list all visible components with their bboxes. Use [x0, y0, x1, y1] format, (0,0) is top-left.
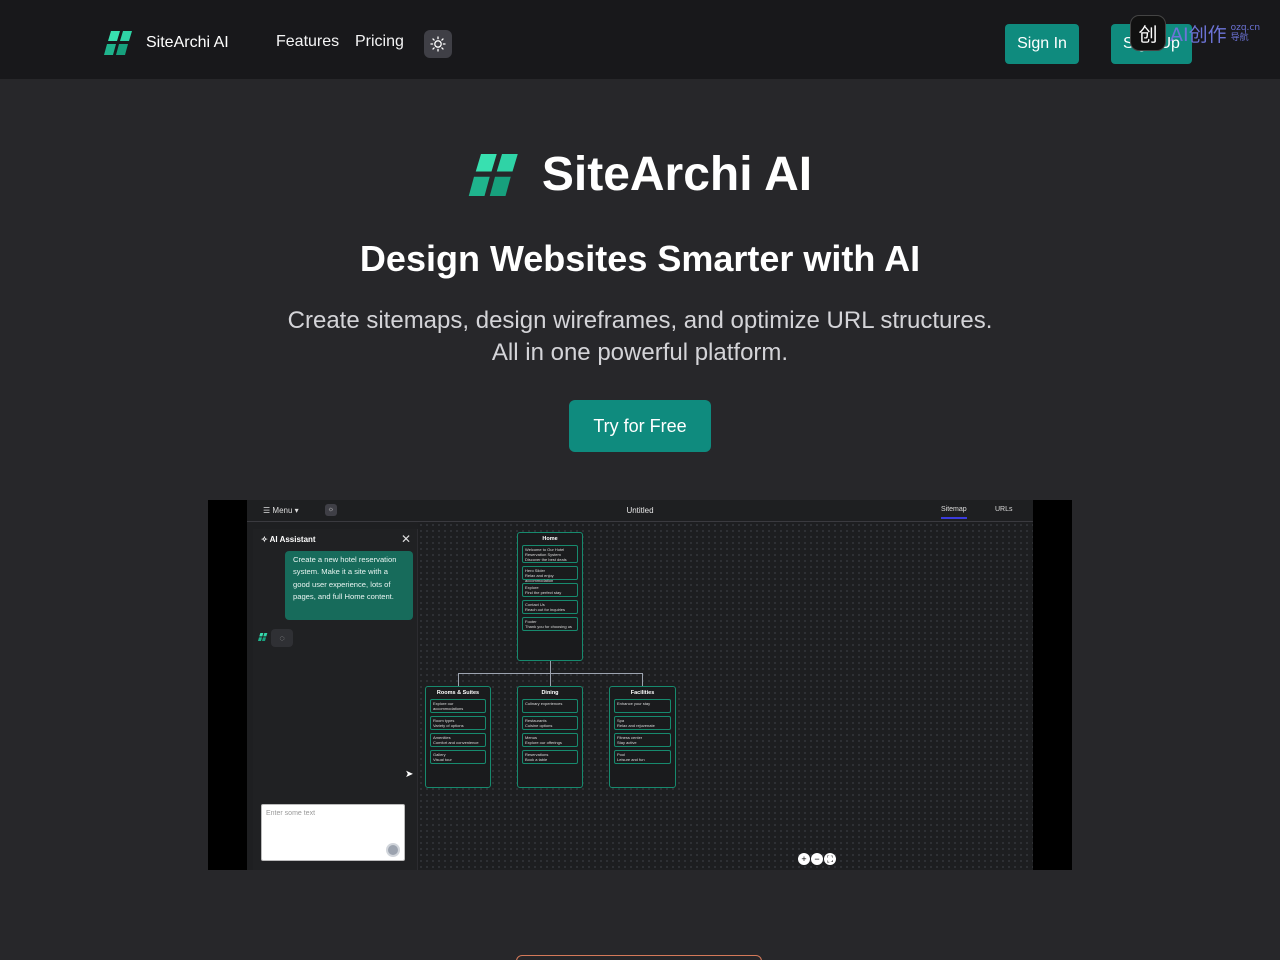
section-name: Explore our accommodations: [433, 701, 464, 711]
hero-desc-line-2: All in one powerful platform.: [491, 339, 789, 366]
node-section: Welcome to Our Hotel Reservation System …: [522, 545, 578, 563]
try-for-free-button[interactable]: Try for Free: [569, 400, 711, 452]
watermark-small-top: ozq.cn: [1230, 23, 1261, 33]
section-desc: Cuisine options: [525, 723, 553, 728]
watermark-small-bottom: 导航: [1230, 33, 1249, 43]
send-icon: [386, 843, 400, 857]
demo-tab-urls: URLs: [995, 506, 1013, 513]
fit-view-icon: ⛶: [824, 853, 836, 865]
demo-chat-input: Enter some text: [261, 804, 405, 861]
node-section: Enhance your stay: [614, 699, 671, 713]
demo-ai-panel-header: ✧ AI Assistant: [261, 535, 316, 544]
section-name: Culinary experiences: [525, 701, 563, 706]
watermark-text: AI创作: [1170, 23, 1227, 46]
demo-ai-panel-title: AI Assistant: [269, 535, 316, 544]
hero-description: Create sitemaps, design wireframes, and …: [0, 305, 1280, 369]
demo-node-home: Home Welcome to Our Hotel Reservation Sy…: [517, 532, 583, 661]
hero-title-row: SiteArchi AI: [0, 147, 1280, 202]
node-title: Home: [542, 536, 558, 542]
node-section: Contact Us Reach out for inquiries: [522, 600, 578, 614]
demo-node-dining: Dining Culinary experiences Restaurants C…: [517, 686, 583, 788]
sun-icon: [430, 36, 446, 52]
demo-input-placeholder: Enter some text: [266, 810, 316, 817]
demo-doc-title: Untitled: [626, 506, 654, 515]
nav-link-pricing[interactable]: Pricing: [355, 33, 404, 51]
theme-toggle-button[interactable]: [424, 30, 452, 58]
zoom-out-icon: −: [811, 853, 823, 865]
section-desc: Thank you for choosing us: [525, 624, 572, 629]
demo-app: ☰ Menu ▾ ☼ Untitled Sitemap URLs Home We…: [247, 500, 1033, 870]
node-section: Menus Explore our offerings: [522, 733, 578, 747]
node-section: Footer Thank you for choosing us: [522, 617, 578, 631]
brand-name: SiteArchi AI: [146, 34, 229, 51]
demo-toolbar: ☰ Menu ▾ ☼ Untitled Sitemap URLs: [247, 500, 1033, 522]
connector: [550, 673, 551, 686]
mouse-cursor-icon: ➤: [405, 769, 414, 780]
close-icon: ✕: [400, 532, 411, 546]
node-title: Dining: [541, 690, 559, 696]
brand-link[interactable]: SiteArchi AI: [104, 31, 229, 55]
demo-user-message: Create a new hotel reservation system. M…: [285, 551, 413, 620]
demo-bot-logo-icon: [258, 633, 268, 641]
node-title: Rooms & Suites: [436, 690, 480, 696]
node-section: Room types Variety of options: [430, 716, 486, 730]
demo-node-rooms: Rooms & Suites Explore our accommodation…: [425, 686, 491, 788]
hero-desc-line-1: Create sitemaps, design wireframes, and …: [287, 307, 993, 334]
loading-spinner-icon: ◌: [271, 629, 293, 647]
section-desc: Discover the best deals: [525, 557, 567, 562]
demo-ai-assistant-panel: ✧ AI Assistant ✕ Create a new hotel rese…: [253, 529, 418, 870]
top-navbar: SiteArchi AI Features Pricing Sign In Si…: [0, 0, 1280, 79]
connector: [642, 673, 643, 686]
section-desc: Visual tour: [433, 757, 452, 762]
section-desc: Explore our offerings: [525, 740, 562, 745]
watermark-badge: 创 AI创作 ozq.cn 导航: [1130, 15, 1260, 51]
section-desc: Leisure and fun: [617, 757, 645, 762]
section-desc: Find the perfect stay: [525, 590, 562, 595]
product-demo-screenshot: ☰ Menu ▾ ☼ Untitled Sitemap URLs Home We…: [208, 500, 1072, 870]
node-title: Facilities: [630, 690, 655, 696]
watermark-small: ozq.cn 导航: [1231, 23, 1260, 43]
section-desc: Variety of options: [433, 723, 464, 728]
section-name: Welcome to Our Hotel Reservation System: [525, 547, 565, 557]
section-desc: Book a table: [525, 757, 548, 762]
demo-canvas: Home Welcome to Our Hotel Reservation Sy…: [418, 522, 1033, 870]
section-desc: Reach out for inquiries: [525, 607, 566, 612]
node-section: Spa Relax and rejuvenate: [614, 716, 671, 730]
node-section: Reservations Book a table: [522, 750, 578, 764]
demo-zoom-controls: + − ⛶: [798, 853, 836, 865]
hero-title: SiteArchi AI: [541, 148, 813, 201]
node-section: Fitness center Stay active: [614, 733, 671, 747]
next-section-peek: [516, 955, 762, 960]
node-section: Explore Find the perfect stay: [522, 583, 578, 597]
node-section: Hero Slider Relax and enjoy accommodation: [522, 566, 578, 583]
section-desc: Relax and enjoy accommodation: [525, 573, 554, 583]
nav-link-features[interactable]: Features: [276, 33, 339, 51]
demo-tab-sitemap: Sitemap: [941, 506, 967, 519]
watermark-icon: 创: [1130, 15, 1166, 51]
node-section: Gallery Visual tour: [430, 750, 486, 764]
connector: [458, 673, 459, 686]
demo-node-facilities: Facilities Enhance your stay Spa Relax an…: [609, 686, 676, 788]
section-desc: Comfort and convenience: [433, 740, 479, 745]
node-section: Culinary experiences: [522, 699, 578, 713]
hero-subtitle: Design Websites Smarter with AI: [359, 238, 921, 279]
section-desc: Stay active: [617, 740, 637, 745]
logo-icon: [104, 31, 132, 55]
node-section: Explore our accommodations: [430, 699, 486, 713]
connector: [550, 661, 551, 673]
node-section: Pool Leisure and fun: [614, 750, 671, 764]
node-section: Amenities Comfort and convenience: [430, 733, 486, 747]
node-section: Restaurants Cuisine options: [522, 716, 578, 730]
section-name: Enhance your stay: [617, 701, 651, 706]
hero-logo-icon: [468, 153, 518, 196]
zoom-in-icon: +: [798, 853, 810, 865]
sign-in-button[interactable]: Sign In: [1005, 24, 1079, 64]
section-desc: Relax and rejuvenate: [617, 723, 655, 728]
